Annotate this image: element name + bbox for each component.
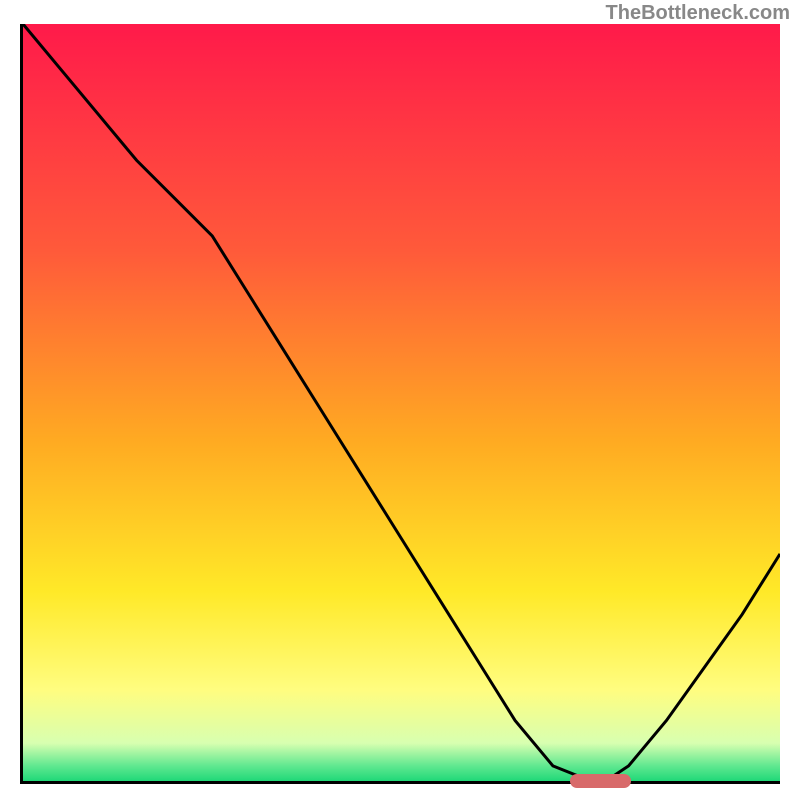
optimal-marker bbox=[570, 774, 631, 788]
watermark-text: TheBottleneck.com bbox=[606, 2, 790, 25]
gradient-background bbox=[23, 24, 780, 781]
chart-plot-area bbox=[20, 24, 780, 784]
